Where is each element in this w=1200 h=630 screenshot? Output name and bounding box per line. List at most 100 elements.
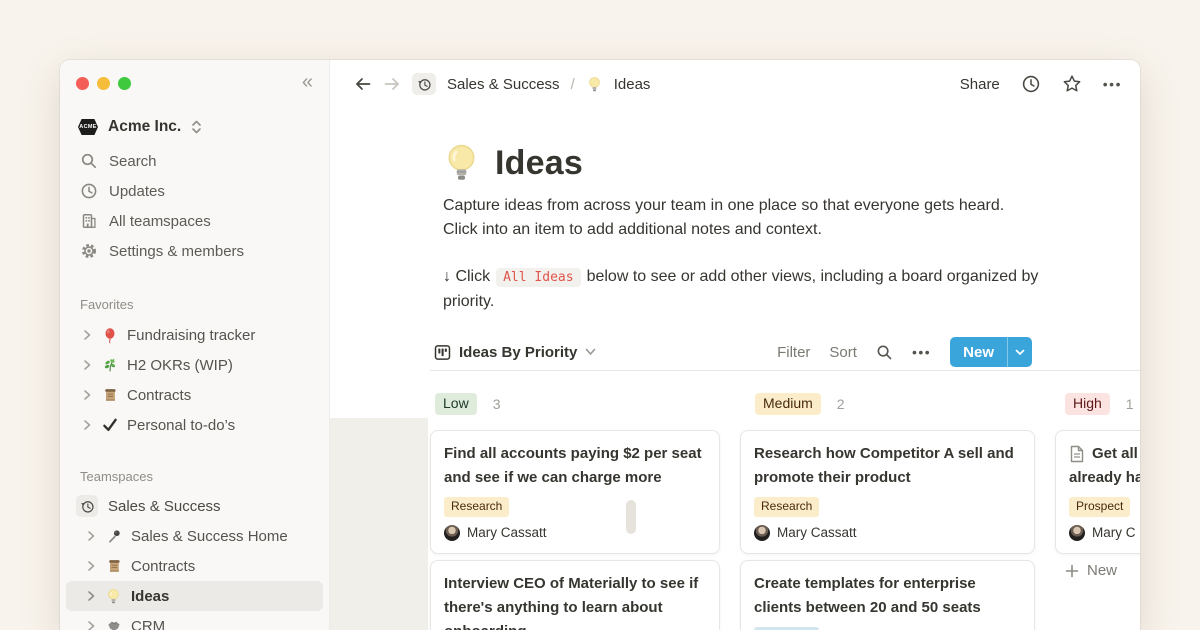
star-icon[interactable]	[1062, 74, 1082, 94]
card-tag: Prospect	[1069, 497, 1130, 517]
sidebar-item-label: Contracts	[131, 558, 195, 575]
sort-button[interactable]: Sort	[829, 344, 857, 361]
board-card[interactable]: Create templates for enterprise clients …	[740, 560, 1035, 630]
board-card[interactable]: Find all accounts paying $2 per seat and…	[430, 430, 720, 554]
check-icon	[101, 417, 118, 434]
breadcrumb-teamspace[interactable]: Sales & Success	[447, 76, 560, 93]
sidebar-item-label: Updates	[109, 183, 165, 200]
sidebar-item-label: Sales & Success Home	[131, 528, 288, 545]
sidebar-item-label: CRM	[131, 618, 165, 630]
topbar-actions: Share •••	[960, 74, 1122, 94]
sidebar-item-sales-success-home[interactable]: Sales & Success Home	[60, 521, 329, 551]
scrollbar-thumb[interactable]	[626, 500, 636, 534]
teamspaces-heading: Teamspaces	[80, 469, 153, 484]
forward-arrow-icon[interactable]	[383, 76, 401, 92]
close-window-button[interactable]	[76, 77, 89, 90]
sidebar-item-crm[interactable]: CRM	[60, 611, 329, 630]
page-doc-icon	[1069, 445, 1085, 463]
search-icon[interactable]	[876, 344, 893, 361]
description-line: Capture ideas from across your team in o…	[443, 194, 1048, 218]
balloon-icon	[101, 327, 118, 344]
assignee-name: Mary Cassatt	[777, 525, 857, 540]
breadcrumb-page[interactable]: Ideas	[614, 76, 651, 93]
sidebar-item-contracts-teamspace[interactable]: Contracts	[60, 551, 329, 581]
share-button[interactable]: Share	[960, 76, 1000, 93]
add-new-card-button[interactable]: New	[1065, 562, 1117, 579]
sidebar-item-label: Fundraising tracker	[127, 327, 255, 344]
workspace-switcher[interactable]: ACME Acme Inc.	[60, 112, 329, 142]
view-selector[interactable]: Ideas By Priority	[434, 344, 596, 361]
board-card[interactable]: Research how Competitor A sell and promo…	[740, 430, 1035, 554]
column-count: 2	[837, 396, 845, 412]
column-pill[interactable]: High	[1065, 393, 1110, 415]
sidebar-item-h2-okrs[interactable]: H2 OKRs (WIP)	[60, 350, 329, 380]
card-assignee: Mary Cassatt	[754, 525, 1021, 541]
sidebar-item-personal-todos[interactable]: Personal to-do’s	[60, 410, 329, 440]
more-options-icon[interactable]: •••	[912, 344, 931, 360]
sidebar-item-label: Sales & Success	[108, 498, 221, 515]
sidebar-item-settings[interactable]: Settings & members	[60, 236, 329, 266]
minimize-window-button[interactable]	[97, 77, 110, 90]
chevron-right-icon[interactable]	[82, 389, 92, 401]
column-pill[interactable]: Medium	[755, 393, 821, 415]
workspace-name: Acme Inc.	[108, 118, 181, 136]
sidebar-item-sales-success[interactable]: Sales & Success	[60, 491, 329, 521]
window-controls	[76, 77, 131, 90]
chevron-right-icon[interactable]	[82, 329, 92, 341]
topbar: Sales & Success / Ideas Share •••	[330, 60, 1140, 108]
card-tag: Research	[754, 497, 819, 517]
new-button[interactable]: New	[950, 337, 1032, 367]
search-icon	[80, 152, 98, 170]
sidebar-item-label: Contracts	[127, 387, 191, 404]
chevron-right-icon[interactable]	[82, 419, 92, 431]
sidebar-item-label: All teamspaces	[109, 213, 211, 230]
board-card[interactable]: Interview CEO of Materially to see if th…	[430, 560, 720, 630]
sidebar-item-all-teamspaces[interactable]: All teamspaces	[60, 206, 329, 236]
notion-window: « ACME Acme Inc. Search Updates	[60, 60, 1140, 630]
inline-code: All Ideas	[496, 268, 580, 287]
card-assignee: Mary C	[1069, 525, 1140, 541]
filter-button[interactable]: Filter	[777, 344, 810, 361]
page-description: Capture ideas from across your team in o…	[443, 194, 1048, 241]
page-title-block[interactable]: Ideas	[443, 142, 583, 184]
scroll-icon	[105, 558, 122, 575]
avatar	[1069, 525, 1085, 541]
chevron-updown-icon	[191, 120, 202, 134]
sidebar-item-ideas[interactable]: Ideas	[66, 581, 323, 611]
view-controls: Filter Sort ••• New	[777, 337, 1032, 367]
avatar	[754, 525, 770, 541]
card-title: Research how Competitor A sell and promo…	[754, 442, 1021, 490]
more-options-icon[interactable]: •••	[1103, 76, 1122, 92]
board-card[interactable]: Get all already ha Prospect Mary C	[1055, 430, 1140, 554]
card-title: Find all accounts paying $2 per seat and…	[444, 442, 706, 490]
sidebar-item-updates[interactable]: Updates	[60, 176, 329, 206]
teamspaces-list: Sales & Success Sales & Success Home Con…	[60, 491, 329, 630]
chevron-right-icon[interactable]	[86, 560, 96, 572]
chevron-right-icon[interactable]	[86, 620, 96, 630]
history-icon[interactable]	[412, 73, 436, 95]
sidebar-item-search[interactable]: Search	[60, 146, 329, 176]
zoom-window-button[interactable]	[118, 77, 131, 90]
collapse-sidebar-icon[interactable]: «	[302, 72, 313, 92]
chevron-right-icon[interactable]	[86, 590, 96, 602]
sidebar-item-label: Personal to-do’s	[127, 417, 235, 434]
clock-icon[interactable]	[1021, 74, 1041, 94]
sidebar-menu: Search Updates All teamspaces Settings &…	[60, 146, 329, 266]
card-title: Create templates for enterprise clients …	[754, 572, 1021, 620]
gear-icon	[80, 242, 98, 260]
chevron-right-icon[interactable]	[82, 359, 92, 371]
board-view-icon	[434, 344, 451, 361]
chevron-right-icon[interactable]	[86, 530, 96, 542]
sidebar-item-contracts[interactable]: Contracts	[60, 380, 329, 410]
new-button-dropdown[interactable]	[1007, 337, 1032, 367]
page-title[interactable]: Ideas	[495, 144, 583, 183]
column-pill[interactable]: Low	[435, 393, 477, 415]
sidebar-item-fundraising-tracker[interactable]: Fundraising tracker	[60, 320, 329, 350]
new-button-label[interactable]: New	[950, 337, 1007, 367]
bulb-icon	[105, 588, 122, 605]
card-title-line: Get all	[1069, 442, 1140, 466]
back-arrow-icon[interactable]	[354, 76, 372, 92]
column-count: 3	[493, 396, 501, 412]
callout-text: ↓ ClickAll Ideasbelow to see or add othe…	[443, 265, 1048, 314]
view-name: Ideas By Priority	[459, 344, 577, 361]
